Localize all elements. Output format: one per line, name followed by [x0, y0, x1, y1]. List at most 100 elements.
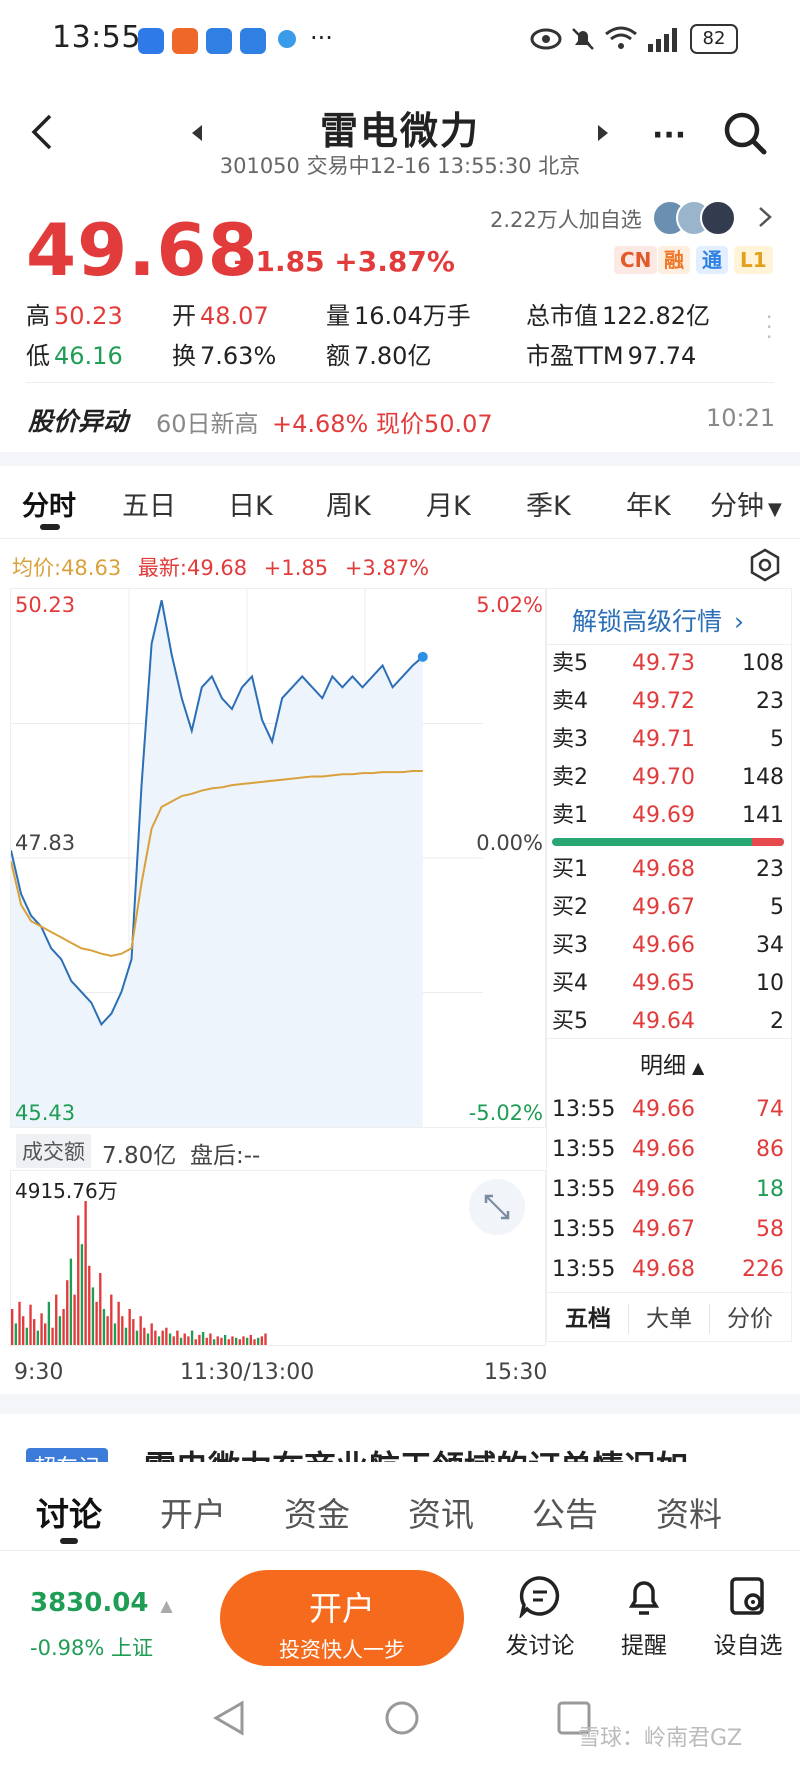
section-separator: [0, 452, 800, 466]
volume-bar: [11, 1309, 14, 1345]
volume-bar: [231, 1336, 234, 1345]
volume-bar: [201, 1332, 205, 1345]
volume-bar: [198, 1334, 201, 1345]
tab-profile[interactable]: 资料: [656, 1488, 722, 1536]
chart-settings-icon[interactable]: [748, 548, 782, 586]
tab-large-orders[interactable]: 大单: [629, 1296, 709, 1342]
detail-toggle[interactable]: 明细 ▲: [640, 1046, 704, 1080]
level-price: 49.67: [632, 895, 695, 920]
y-tick-low: 45.43: [15, 1101, 76, 1125]
trade-time: 13:55: [552, 1097, 616, 1122]
more-icon[interactable]: ···: [652, 118, 686, 153]
watchlist-settings-icon: [730, 1577, 764, 1615]
stat-open: 开 48.07: [172, 302, 269, 330]
chevron-right-icon[interactable]: [758, 206, 772, 232]
news-headline: 雷电微力在商业航天领域的订单情况如: [144, 1442, 688, 1462]
buy-row: 买2 49.67 5: [552, 890, 784, 926]
tab-quarter-k[interactable]: 季K: [526, 484, 571, 523]
volume-bar: [209, 1333, 212, 1345]
change-percent: +3.87%: [334, 245, 455, 278]
tab-day-k[interactable]: 日K: [228, 484, 273, 523]
tab-five-day[interactable]: 五日: [122, 484, 176, 523]
news-badge: 超车记: [26, 1448, 109, 1462]
tab-minute[interactable]: 分钟 ▼: [710, 484, 782, 523]
volume-chart[interactable]: 4915.76万: [10, 1170, 546, 1346]
nav-back-icon[interactable]: [212, 1700, 246, 1740]
level-price: 49.69: [632, 803, 695, 828]
tab-intraday[interactable]: 分时: [22, 484, 76, 523]
tab-year-k[interactable]: 年K: [626, 484, 671, 523]
tab-announcements[interactable]: 公告: [532, 1488, 598, 1536]
level-label: 卖2: [552, 765, 588, 790]
volume-bar: [157, 1336, 161, 1345]
tab-week-k[interactable]: 周K: [326, 484, 371, 523]
volume-bar: [102, 1309, 106, 1345]
open-account-button[interactable]: 开户 投资快人一步: [220, 1570, 464, 1666]
volume-bar: [69, 1258, 73, 1345]
change-value: +1.85: [232, 245, 325, 278]
cta-title: 开户: [309, 1589, 375, 1628]
trade-price: 49.66: [632, 1097, 695, 1122]
price-area: [11, 600, 423, 1127]
volume-bar: [132, 1319, 135, 1345]
tab-news[interactable]: 资讯: [408, 1488, 474, 1536]
watchers-count[interactable]: 2.22万人加自选: [490, 204, 642, 234]
alert-prefix: 60日新高: [156, 410, 259, 438]
volume-bar: [91, 1287, 95, 1345]
price-chart[interactable]: 50.23 47.83 45.43 5.02% 0.00% -5.02%: [10, 588, 546, 1128]
expand-icon[interactable]: [469, 1179, 525, 1235]
volume-bar: [194, 1339, 197, 1345]
stat-volume: 量 16.04万手: [326, 302, 471, 330]
index-value[interactable]: 3830.04 ▲: [30, 1588, 173, 1618]
wifi-icon: [604, 24, 638, 56]
news-peek[interactable]: 超车记 雷电微力在商业航天领域的订单情况如: [0, 1414, 800, 1462]
buy-row: 买4 49.65 10: [552, 966, 784, 1002]
trade-row: 13:55 49.68 226: [552, 1252, 784, 1288]
tab-month-k[interactable]: 月K: [426, 484, 471, 523]
alert-button[interactable]: 提醒: [600, 1574, 688, 1660]
post-discussion-button[interactable]: 发讨论: [496, 1574, 584, 1660]
active-tab-indicator: [40, 524, 60, 530]
tab-five-levels[interactable]: 五档: [548, 1296, 628, 1342]
latest-pct: +3.87%: [344, 556, 430, 580]
stat-pe: 市盈TTM 97.74: [526, 342, 697, 370]
app-notification-icon: [206, 28, 232, 54]
pct-tick-low: -5.02%: [468, 1101, 543, 1125]
price-change: +1.85 +3.87%: [232, 245, 455, 278]
tab-open-account[interactable]: 开户: [160, 1488, 226, 1536]
volume-bar: [146, 1333, 150, 1345]
volume-bar: [25, 1327, 29, 1345]
volume-bar: [58, 1316, 62, 1345]
unlock-advanced-quotes[interactable]: 解锁高级行情 ›: [572, 602, 744, 638]
caret-down-icon: ▼: [768, 499, 782, 520]
stat-turnover: 换 7.63%: [172, 342, 277, 370]
volume-bar: [36, 1330, 40, 1345]
level-price: 49.64: [632, 1009, 695, 1034]
volume-bar: [150, 1323, 153, 1345]
price-alert-row[interactable]: 股价异动 60日新高 +4.68% 现价50.07 10:21: [0, 388, 800, 444]
buy-row: 买5 49.64 2: [552, 1004, 784, 1040]
volume-header: 成交额 7.80亿 盘后:--: [10, 1128, 544, 1172]
set-watchlist-button[interactable]: 设自选: [704, 1574, 792, 1660]
next-stock-button[interactable]: [596, 124, 610, 146]
cn-badge: CN: [614, 246, 658, 274]
volume-bar: [22, 1316, 25, 1345]
level-qty: 23: [756, 689, 784, 714]
volume-bar: [172, 1336, 175, 1345]
tab-capital[interactable]: 资金: [284, 1488, 350, 1536]
watermark: 雪球：岭南君GZ: [578, 1726, 743, 1751]
nav-home-icon[interactable]: [384, 1700, 420, 1740]
divider: [546, 1038, 792, 1039]
volume-bar: [139, 1316, 142, 1345]
vertical-more-icon[interactable]: · · ·: [766, 307, 776, 347]
volume-bar: [88, 1265, 91, 1345]
tab-discussion[interactable]: 讨论: [36, 1488, 102, 1536]
level-price: 49.65: [632, 971, 695, 996]
volume-bar: [242, 1336, 245, 1345]
volume-bar: [234, 1337, 238, 1345]
search-icon[interactable]: [722, 110, 768, 160]
tab-price-levels[interactable]: 分价: [710, 1296, 790, 1342]
sell-row: 卖1 49.69 141: [552, 798, 784, 834]
level-price: 49.68: [632, 857, 695, 882]
sell-row: 卖4 49.72 23: [552, 684, 784, 720]
